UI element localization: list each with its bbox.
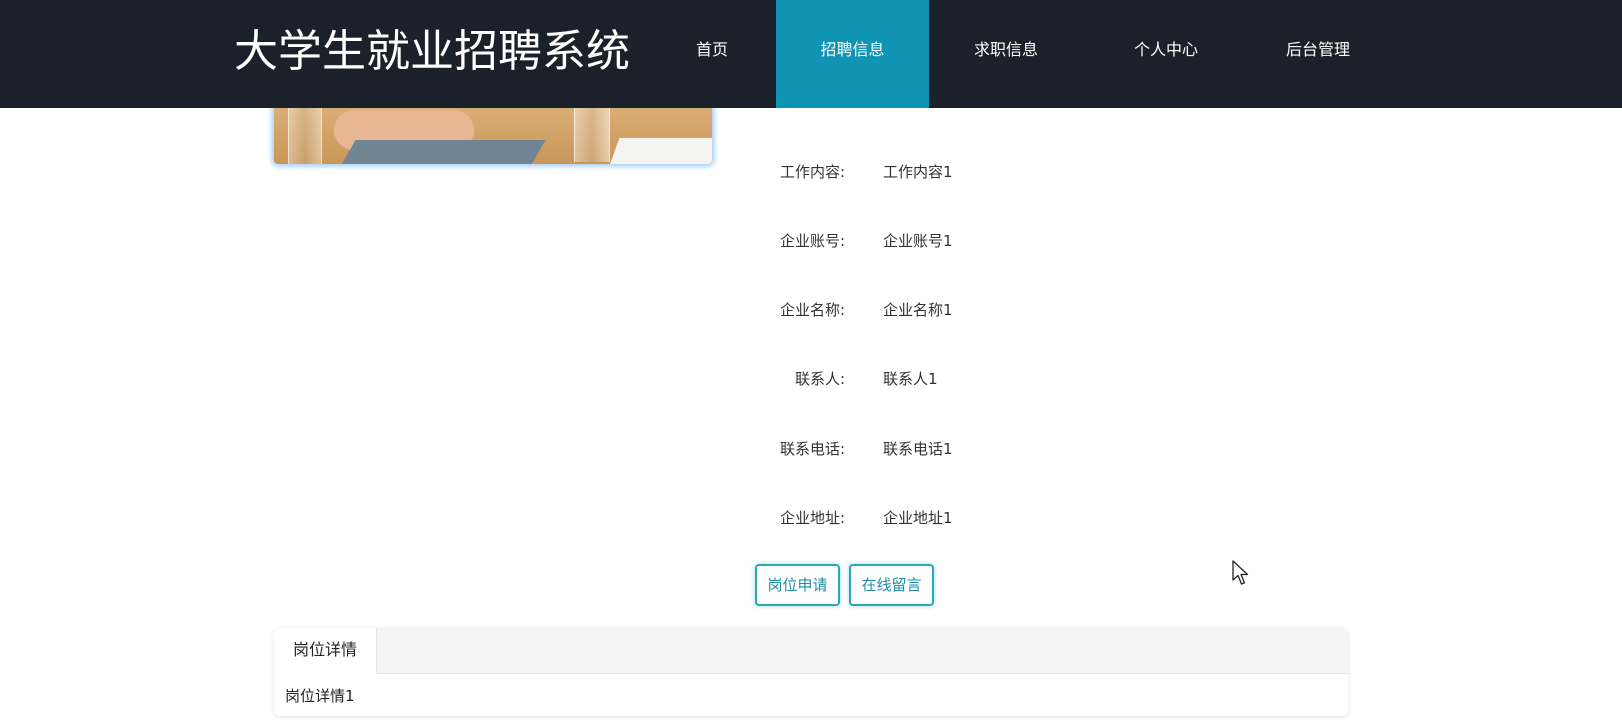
photo-folder [332, 140, 546, 164]
job-detail-panel: 岗位详情 岗位详情1 [274, 628, 1348, 716]
online-message-button[interactable]: 在线留言 [849, 564, 934, 606]
site-title: 大学生就业招聘系统 [234, 26, 630, 77]
detail-label: 工作内容: [779, 163, 845, 181]
nav-recruitment-info[interactable]: 招聘信息 [776, 0, 929, 108]
nav-job-seeking-info[interactable]: 求职信息 [950, 0, 1062, 108]
detail-value: 工作内容1 [883, 163, 953, 181]
detail-value: 企业名称1 [883, 301, 953, 319]
nav-admin[interactable]: 后台管理 [1262, 0, 1374, 108]
apply-position-button[interactable]: 岗位申请 [755, 564, 840, 606]
mouse-cursor-icon [1232, 560, 1249, 585]
top-navbar: 大学生就业招聘系统 首页 招聘信息 求职信息 个人中心 后台管理 [0, 0, 1622, 108]
detail-value: 联系电话1 [883, 440, 953, 458]
nav-home[interactable]: 首页 [664, 0, 760, 108]
detail-label: 企业名称: [779, 301, 845, 319]
detail-value: 联系人1 [883, 370, 938, 388]
detail-label: 企业地址: [779, 509, 845, 527]
tab-bar: 岗位详情 [274, 628, 1348, 674]
detail-value: 企业账号1 [883, 232, 953, 250]
nav-personal-center[interactable]: 个人中心 [1110, 0, 1222, 108]
job-details-content: 岗位详情1 [285, 687, 355, 705]
detail-value: 企业地址1 [883, 509, 953, 527]
detail-label: 企业账号: [779, 232, 845, 250]
detail-label: 联系人: [794, 370, 845, 388]
detail-label: 联系电话: [779, 440, 845, 458]
tab-job-details[interactable]: 岗位详情 [274, 628, 377, 674]
photo-paper [608, 138, 712, 164]
